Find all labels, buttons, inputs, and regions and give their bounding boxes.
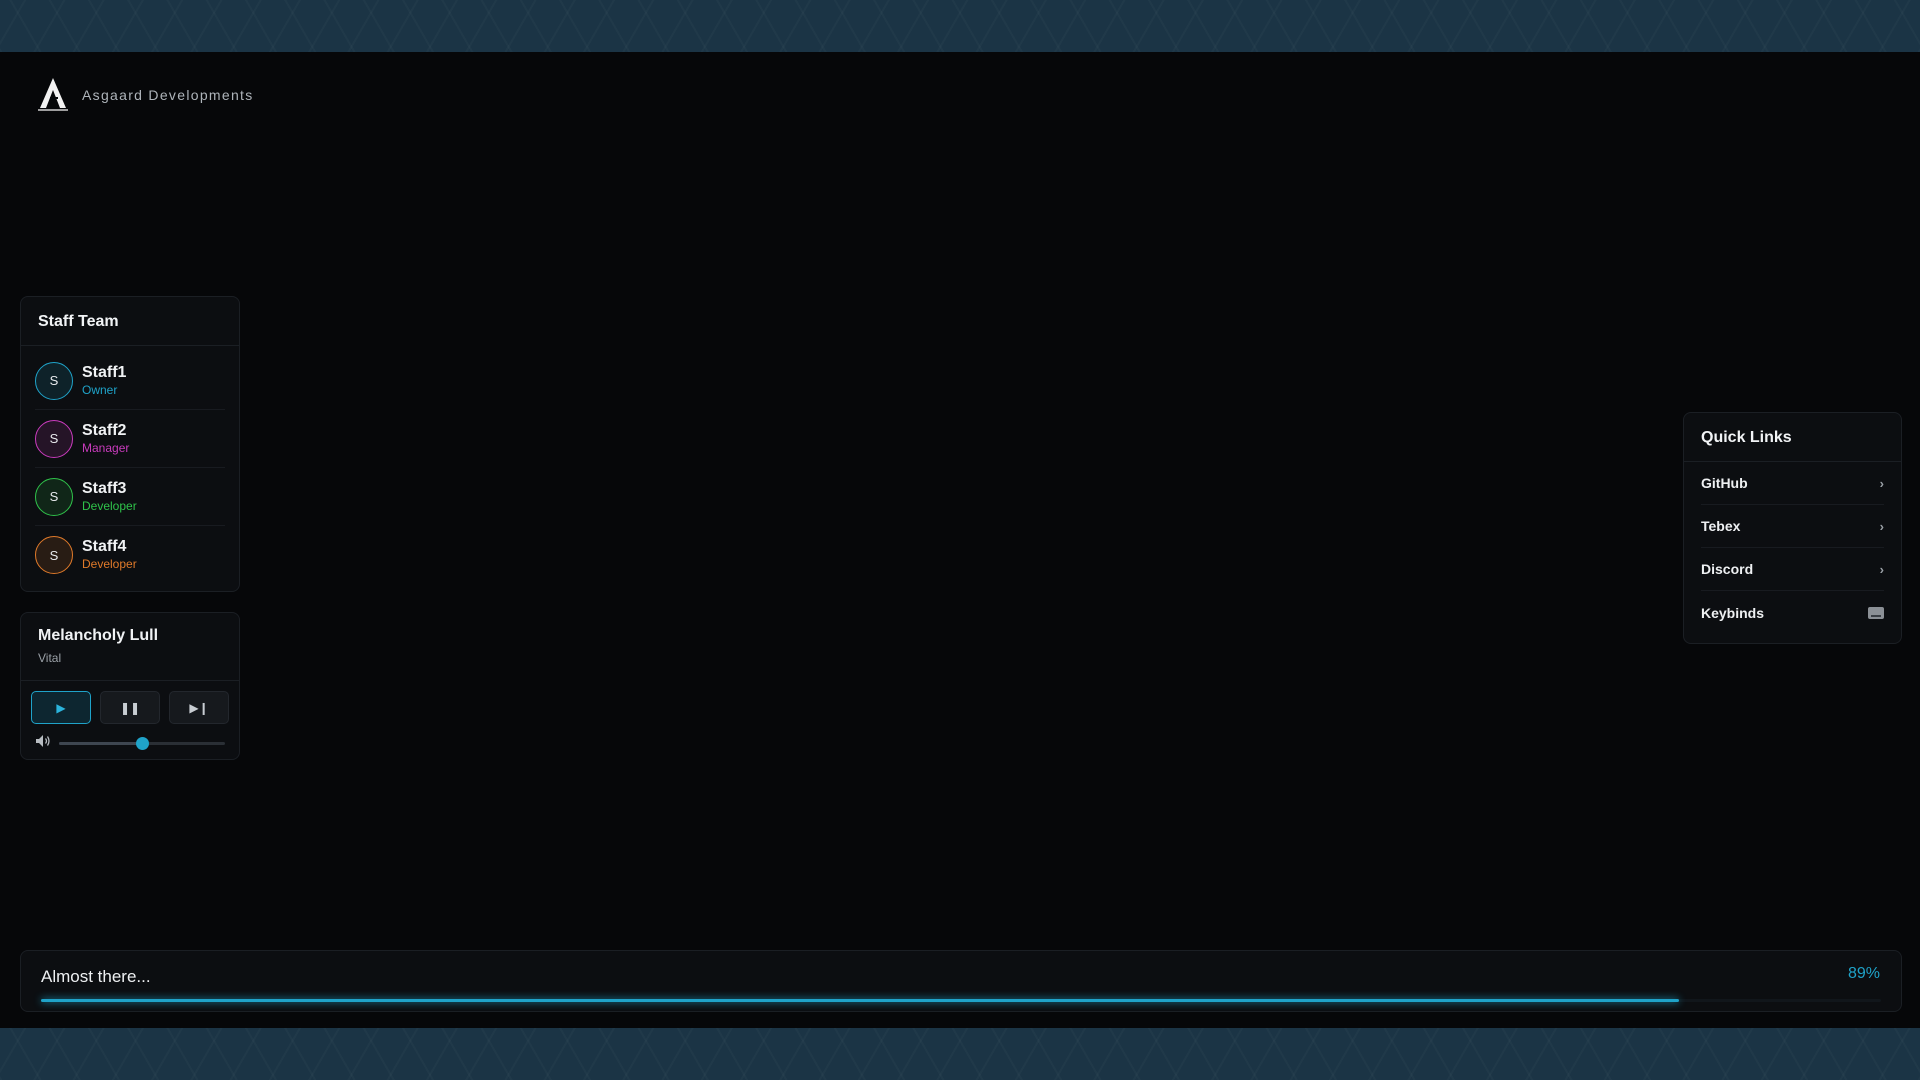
play-icon: ▶ — [56, 700, 66, 715]
staff-member: S Staff2 Manager — [35, 410, 225, 468]
avatar: S — [35, 361, 73, 400]
staff-name: Staff3 — [82, 479, 127, 497]
link-label: Keybinds — [1701, 604, 1765, 621]
staff-name: Staff1 — [82, 363, 127, 381]
link-discord[interactable]: Discord › — [1701, 548, 1884, 591]
staff-member: S Staff3 Developer — [35, 468, 225, 526]
play-button[interactable]: ▶ — [31, 691, 91, 724]
volume-slider[interactable] — [59, 737, 225, 750]
skip-next-icon: ▶❙ — [189, 700, 209, 715]
loading-percent: 89% — [1847, 965, 1880, 982]
pause-icon: ❚❚ — [119, 700, 141, 715]
link-tebex[interactable]: Tebex › — [1701, 505, 1884, 548]
link-keybinds[interactable]: Keybinds — [1701, 591, 1884, 634]
volume-fill — [59, 742, 142, 745]
staff-name: Staff2 — [82, 421, 127, 439]
asgaard-logo-icon — [36, 76, 70, 114]
brand-logo: Asgaard Developments — [36, 76, 254, 114]
link-github[interactable]: GitHub › — [1701, 462, 1884, 505]
main-stage — [0, 52, 1920, 1028]
staff-role: Developer — [82, 498, 137, 513]
link-label: GitHub — [1701, 475, 1748, 491]
staff-role: Developer — [82, 557, 137, 571]
avatar: S — [35, 477, 73, 516]
progress-track — [41, 999, 1881, 1002]
quick-links-panel: Quick Links GitHub › Tebex › Discord › K… — [1683, 412, 1902, 644]
link-label: Discord — [1701, 561, 1754, 577]
track-artist: Vital — [38, 651, 62, 665]
staff-role: Manager — [82, 440, 130, 455]
avatar: S — [35, 419, 73, 458]
bottom-pattern-band — [0, 1028, 1920, 1080]
quick-links-list: GitHub › Tebex › Discord › Keybinds — [1684, 462, 1901, 634]
skip-button[interactable]: ▶❙ — [169, 691, 229, 724]
quick-links-title: Quick Links — [1684, 413, 1901, 462]
brand-name: Asgaard Developments — [82, 87, 254, 103]
avatar: S — [35, 536, 73, 574]
playback-controls: ▶ ❚❚ ▶❙ — [21, 681, 239, 724]
loading-status: Almost there... — [41, 967, 151, 986]
speaker-icon — [35, 734, 51, 753]
progress-fill — [41, 999, 1679, 1002]
chevron-right-icon: › — [1879, 518, 1884, 534]
staff-member: S Staff1 Owner — [35, 352, 225, 410]
staff-list: S Staff1 Owner S Staff2 Manager S Staff3… — [21, 346, 239, 584]
track-info: Melancholy Lull Vital — [21, 613, 239, 681]
staff-panel-title: Staff Team — [21, 297, 239, 346]
staff-team-panel: Staff Team S Staff1 Owner S Staff2 Manag… — [20, 296, 240, 592]
volume-handle[interactable] — [136, 737, 149, 750]
music-player-panel: Melancholy Lull Vital ▶ ❚❚ ▶❙ — [20, 612, 240, 760]
keyboard-icon — [1868, 606, 1884, 619]
top-pattern-band — [0, 0, 1920, 52]
chevron-right-icon: › — [1879, 475, 1884, 491]
track-title: Melancholy Lull — [38, 627, 159, 644]
chevron-right-icon: › — [1879, 561, 1884, 577]
staff-name: Staff4 — [82, 538, 127, 555]
link-label: Tebex — [1701, 518, 1741, 534]
volume-control — [21, 724, 239, 753]
staff-member: S Staff4 Developer — [35, 526, 225, 584]
pause-button[interactable]: ❚❚ — [100, 691, 160, 724]
loading-panel: Almost there... 89% — [20, 950, 1902, 1012]
staff-role: Owner — [82, 382, 118, 397]
